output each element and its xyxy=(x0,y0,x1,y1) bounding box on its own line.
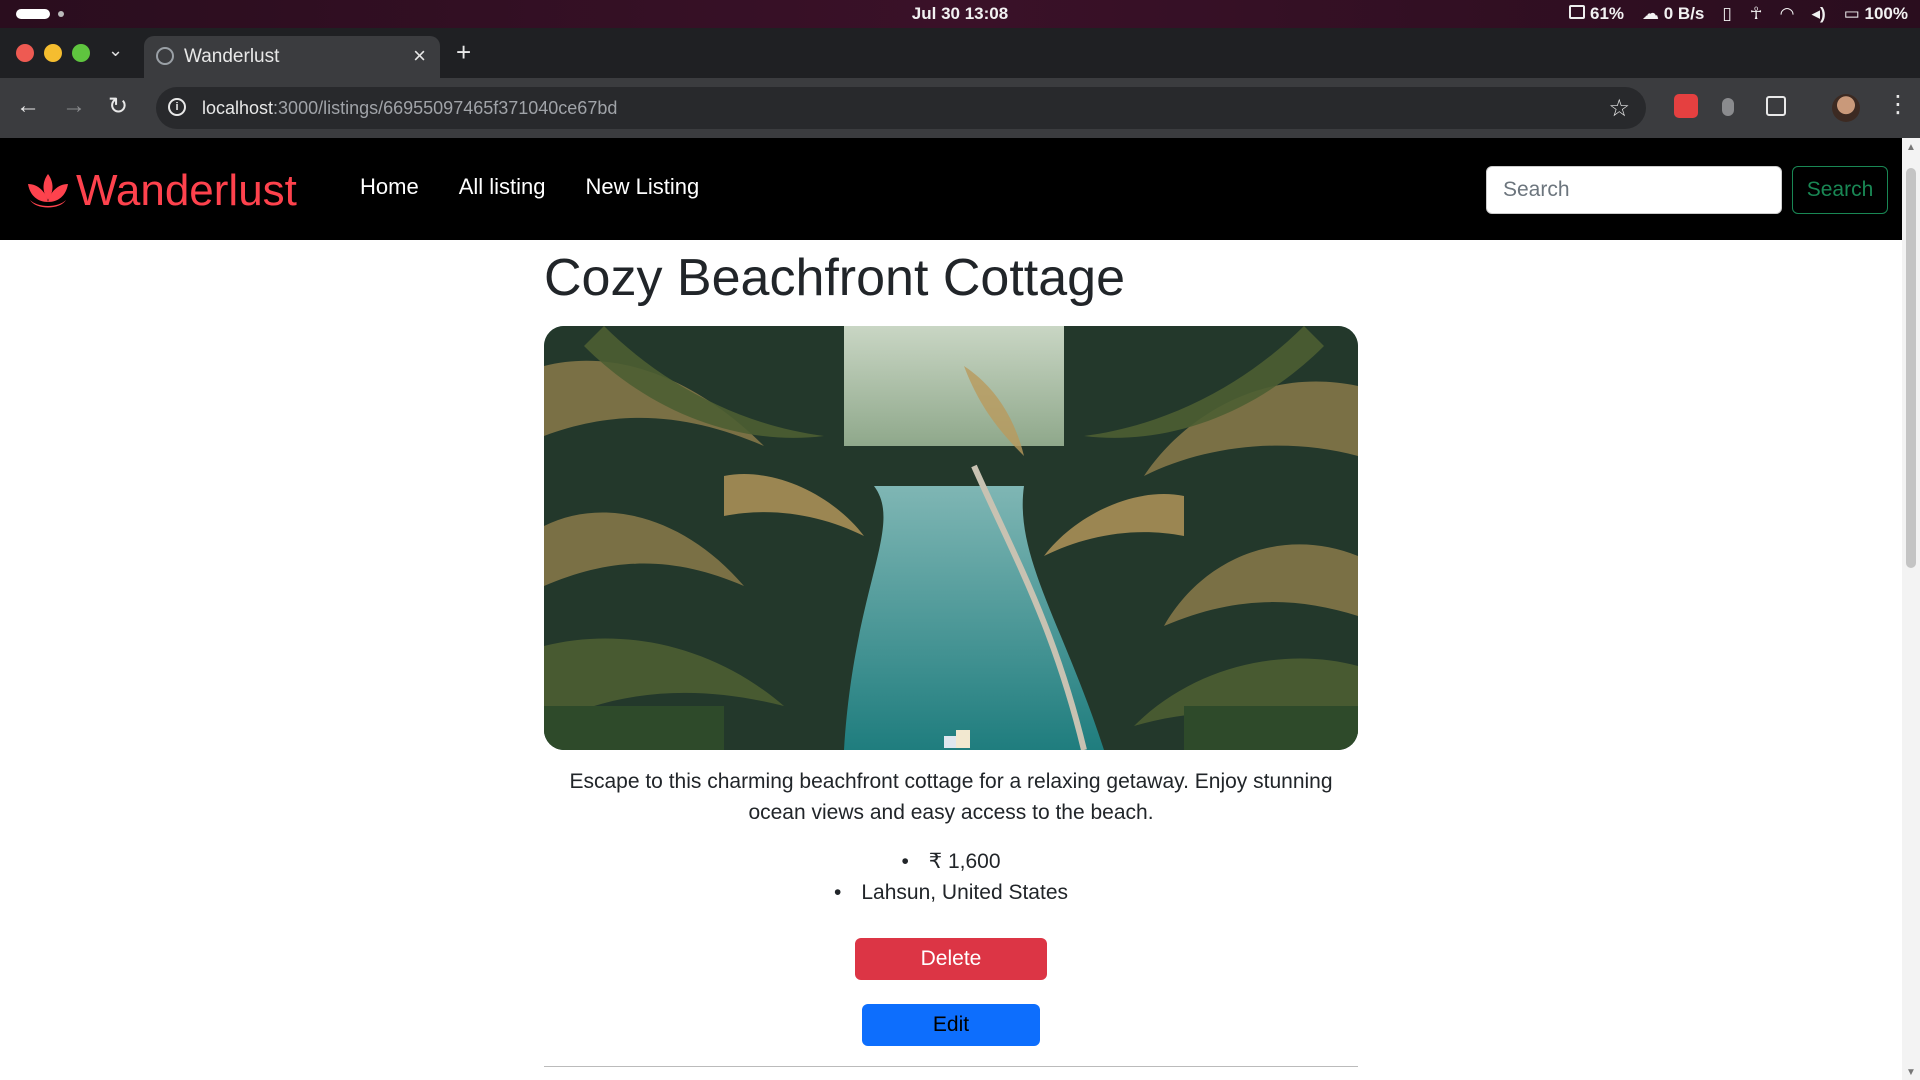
search-button[interactable]: Search xyxy=(1792,166,1888,214)
extension-red-icon[interactable] xyxy=(1674,94,1698,118)
browser-tabstrip: ⌄ Wanderlust × + xyxy=(0,28,1920,78)
tab-title: Wanderlust xyxy=(184,46,280,67)
palm-lagoon-image xyxy=(544,326,1358,750)
clipboard-icon[interactable]: ▯ xyxy=(1722,4,1731,24)
reload-icon[interactable]: ↻ xyxy=(108,92,128,121)
tab-search-chevron-icon[interactable]: ⌄ xyxy=(108,40,123,61)
new-tab-button[interactable]: + xyxy=(456,37,471,68)
lotus-icon xyxy=(28,174,68,208)
content-divider xyxy=(544,1066,1358,1067)
os-top-bar: Jul 30 13:08 61% ☁ 0 B/s ▯ ☥ ◠ ◂) ▭ 100% xyxy=(0,0,1920,28)
scroll-up-arrow-icon[interactable]: ▲ xyxy=(1906,142,1916,153)
profile-avatar[interactable] xyxy=(1832,94,1860,122)
url-path: :3000/listings/66955097465f371040ce67bd xyxy=(273,98,618,118)
scroll-down-arrow-icon[interactable]: ▼ xyxy=(1906,1067,1916,1078)
nav-link-new-listing[interactable]: New Listing xyxy=(586,174,700,200)
os-status-area[interactable]: 61% ☁ 0 B/s ▯ ☥ ◠ ◂) ▭ 100% xyxy=(1569,4,1908,24)
network-indicator: ☁ 0 B/s xyxy=(1642,4,1705,23)
listing-content: Cozy Beachfront Cottage Escape to this c… xyxy=(544,240,1358,1067)
extension-gray-icon[interactable] xyxy=(1722,98,1734,116)
listing-image xyxy=(544,326,1358,750)
listing-title: Cozy Beachfront Cottage xyxy=(544,249,1125,307)
bookmark-star-icon[interactable]: ☆ xyxy=(1608,94,1630,123)
battery-value: 100% xyxy=(1864,4,1908,23)
forward-arrow-icon[interactable]: → xyxy=(62,92,86,120)
page-viewport: Wanderlust Home All listing New Listing … xyxy=(0,138,1902,1080)
nav-links: Home All listing New Listing xyxy=(360,174,699,200)
battery-indicator[interactable]: ▭ 100% xyxy=(1844,4,1908,24)
nav-link-home[interactable]: Home xyxy=(360,174,419,200)
delete-button[interactable]: Delete xyxy=(855,938,1047,980)
nav-link-all-listing[interactable]: All listing xyxy=(459,174,546,200)
site-navbar: Wanderlust Home All listing New Listing … xyxy=(0,138,1902,240)
browser-tab-active[interactable]: Wanderlust × xyxy=(144,36,440,78)
extensions-puzzle-icon[interactable] xyxy=(1766,96,1786,116)
listing-price: ₹ 1,600 xyxy=(544,846,1358,877)
page-scrollbar[interactable]: ▲ ▼ xyxy=(1902,138,1920,1080)
browser-menu-icon[interactable]: ⋮ xyxy=(1886,90,1910,119)
wifi-icon[interactable]: ◠ xyxy=(1780,4,1793,24)
cpu-icon xyxy=(1569,5,1586,19)
site-info-icon[interactable]: i xyxy=(168,98,186,116)
brand-logo[interactable]: Wanderlust xyxy=(24,166,297,216)
network-value: 0 B/s xyxy=(1663,4,1705,23)
window-minimize-button[interactable] xyxy=(44,44,62,62)
window-close-button[interactable] xyxy=(16,44,34,62)
tab-close-icon[interactable]: × xyxy=(413,43,426,69)
url-host: localhost xyxy=(202,98,274,118)
cpu-indicator: 61% xyxy=(1569,4,1624,24)
globe-icon xyxy=(156,47,174,65)
edit-button[interactable]: Edit xyxy=(862,1004,1040,1046)
cpu-value: 61% xyxy=(1589,4,1625,23)
back-arrow-icon[interactable]: ← xyxy=(16,92,40,120)
url-text[interactable]: localhost:3000/listings/66955097465f3710… xyxy=(202,98,617,119)
browser-toolbar: ← → ↻ i localhost:3000/listings/66955097… xyxy=(0,78,1920,138)
search-input[interactable] xyxy=(1486,166,1782,214)
window-maximize-button[interactable] xyxy=(72,44,90,62)
listing-description: Escape to this charming beachfront cotta… xyxy=(569,770,1333,824)
accessibility-icon[interactable]: ☥ xyxy=(1750,4,1763,24)
scroll-thumb[interactable] xyxy=(1906,168,1916,568)
brand-name: Wanderlust xyxy=(76,166,297,215)
listing-location: Lahsun, United States xyxy=(544,877,1358,908)
volume-icon[interactable]: ◂) xyxy=(1812,4,1826,24)
listing-details: ₹ 1,600 Lahsun, United States xyxy=(544,846,1358,908)
address-bar[interactable]: i localhost:3000/listings/66955097465f37… xyxy=(156,87,1646,129)
